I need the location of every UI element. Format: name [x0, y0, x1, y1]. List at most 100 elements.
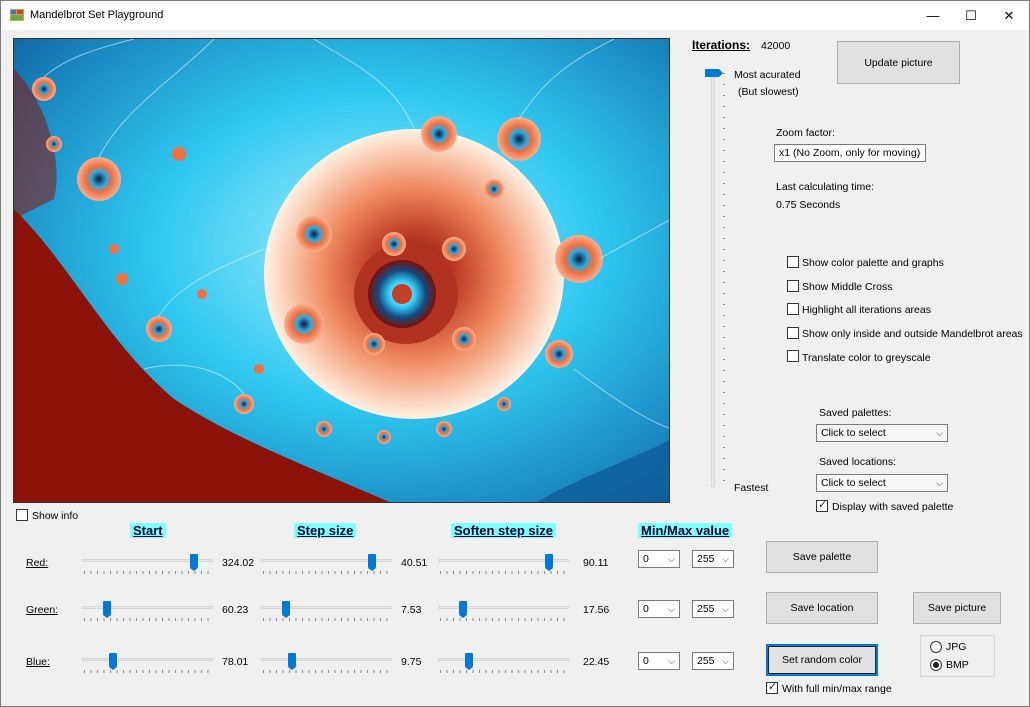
set-random-color-button[interactable]: Set random color — [766, 644, 878, 676]
maximize-button[interactable]: ☐ — [952, 1, 990, 30]
chevron-down-icon: ⌵ — [668, 604, 675, 614]
slider-ticks — [84, 571, 211, 574]
slider-thumb[interactable] — [458, 601, 467, 618]
close-button[interactable]: ✕ — [990, 1, 1028, 30]
slider-ticks — [263, 618, 390, 621]
green-soften-value: 17.56 — [583, 604, 610, 616]
format-radio-bmp[interactable] — [930, 659, 942, 671]
slider-track — [82, 606, 213, 609]
chevron-down-icon: ⌵ — [668, 554, 675, 564]
header-step-size: Step size — [294, 523, 357, 538]
slider-ticks — [440, 670, 567, 673]
blue-soften-value: 22.45 — [583, 656, 610, 668]
iterations-slider-thumb[interactable] — [705, 69, 723, 77]
chevron-down-icon: ⌵ — [722, 554, 729, 564]
red-soften-value: 90.11 — [583, 557, 609, 569]
slider-thumb[interactable] — [102, 601, 111, 618]
saved-locations-value: Click to select — [821, 477, 886, 489]
header-start: Start — [130, 523, 166, 538]
update-picture-button[interactable]: Update picture — [837, 41, 960, 84]
red-start-slider[interactable] — [82, 554, 213, 576]
save-location-button[interactable]: Save location — [766, 592, 878, 624]
red-min-select[interactable]: 0 ⌵ — [638, 550, 680, 568]
blue-soften-slider[interactable] — [438, 653, 569, 675]
zoom-select-value: x1 (No Zoom, only for moving) — [779, 147, 921, 159]
minimize-button[interactable]: — — [914, 1, 952, 30]
blue-start-slider[interactable] — [82, 653, 213, 675]
slider-thumb[interactable] — [109, 653, 118, 670]
display-saved-palette-checkbox[interactable] — [816, 498, 828, 512]
option-checkbox-palette[interactable] — [787, 256, 799, 268]
slider-track — [261, 658, 392, 661]
slider-track — [438, 606, 569, 609]
saved-palettes-label: Saved palettes: — [819, 407, 892, 419]
zoom-label: Zoom factor: — [776, 127, 835, 139]
show-info-label: Show info — [32, 510, 79, 522]
header-soften-step-size: Soften step size — [451, 523, 556, 538]
chevron-down-icon: ⌵ — [722, 604, 729, 614]
option-label-palette: Show color palette and graphs — [802, 257, 944, 269]
blue-min-select[interactable]: 0 ⌵ — [638, 652, 680, 670]
green-step-value: 7.53 — [401, 604, 422, 616]
iterations-label: Iterations: — [692, 38, 751, 52]
format-radio-jpg[interactable] — [930, 641, 942, 653]
chevron-down-icon: ⌵ — [722, 656, 729, 666]
green-step-slider[interactable] — [261, 601, 392, 623]
blue-step-slider[interactable] — [261, 653, 392, 675]
row-label-blue: Blue: — [26, 656, 50, 668]
slider-thumb[interactable] — [190, 554, 199, 571]
green-max-select[interactable]: 255 ⌵ — [692, 600, 734, 618]
slider-ticks — [440, 571, 567, 574]
window-title: Mandelbrot Set Playground — [30, 9, 164, 21]
save-picture-button[interactable]: Save picture — [913, 592, 1001, 624]
green-soften-slider[interactable] — [438, 601, 569, 623]
red-step-value: 40.51 — [401, 557, 428, 569]
calc-time-label: Last calculating time: — [776, 181, 875, 193]
slider-top-label: Most acurated — [734, 69, 801, 81]
slider-thumb[interactable] — [545, 554, 553, 571]
fractal-picture[interactable] — [13, 38, 670, 503]
main-window: Mandelbrot Set Playground — ☐ ✕ Iteratio… — [0, 0, 1030, 707]
slider-bottom-label: Fastest — [734, 482, 769, 494]
zoom-select[interactable]: x1 (No Zoom, only for moving) ⌵ — [774, 144, 926, 162]
red-max-select[interactable]: 255 ⌵ — [692, 550, 734, 568]
slider-thumb[interactable] — [368, 554, 376, 571]
slider-thumb[interactable] — [281, 601, 290, 618]
iterations-slider-track[interactable] — [711, 69, 715, 487]
calc-time-value: 0.75 Seconds — [776, 199, 841, 211]
green-min-select[interactable]: 0 ⌵ — [638, 600, 680, 618]
red-step-slider[interactable] — [261, 554, 392, 576]
blue-min-value: 0 — [643, 655, 649, 667]
saved-locations-label: Saved locations: — [819, 456, 897, 468]
slider-ticks — [84, 670, 211, 673]
saved-palettes-select[interactable]: Click to select ⌵ — [816, 424, 948, 442]
option-label-middle-cross: Show Middle Cross — [802, 281, 893, 293]
red-soften-slider[interactable] — [438, 554, 569, 576]
app-icon — [10, 9, 24, 21]
slider-thumb[interactable] — [288, 653, 297, 670]
blue-start-value: 78.01 — [222, 656, 249, 668]
saved-palettes-value: Click to select — [821, 427, 886, 439]
format-label-bmp: BMP — [946, 659, 969, 671]
saved-locations-select[interactable]: Click to select ⌵ — [816, 474, 948, 492]
option-checkbox-middle-cross[interactable] — [787, 280, 799, 292]
show-info-checkbox[interactable] — [16, 509, 28, 521]
green-start-slider[interactable] — [82, 601, 213, 623]
full-range-checkbox[interactable] — [766, 680, 778, 694]
option-checkbox-greyscale[interactable] — [787, 350, 799, 362]
blue-step-value: 9.75 — [401, 656, 422, 668]
blue-max-select[interactable]: 255 ⌵ — [692, 652, 734, 670]
iterations-slider-ticks — [723, 73, 725, 485]
chevron-down-icon: ⌵ — [936, 478, 943, 488]
option-checkbox-inside-outside[interactable] — [787, 327, 799, 339]
slider-ticks — [84, 618, 211, 621]
slider-ticks — [263, 670, 390, 673]
format-label-jpg: JPG — [946, 641, 967, 653]
blue-max-value: 255 — [697, 655, 715, 667]
fractal-image — [14, 39, 669, 502]
save-palette-button[interactable]: Save palette — [766, 541, 878, 573]
slider-top-sublabel: (But slowest) — [738, 86, 799, 98]
slider-thumb[interactable] — [465, 653, 474, 670]
option-checkbox-highlight[interactable] — [787, 303, 799, 315]
green-min-value: 0 — [643, 603, 649, 615]
